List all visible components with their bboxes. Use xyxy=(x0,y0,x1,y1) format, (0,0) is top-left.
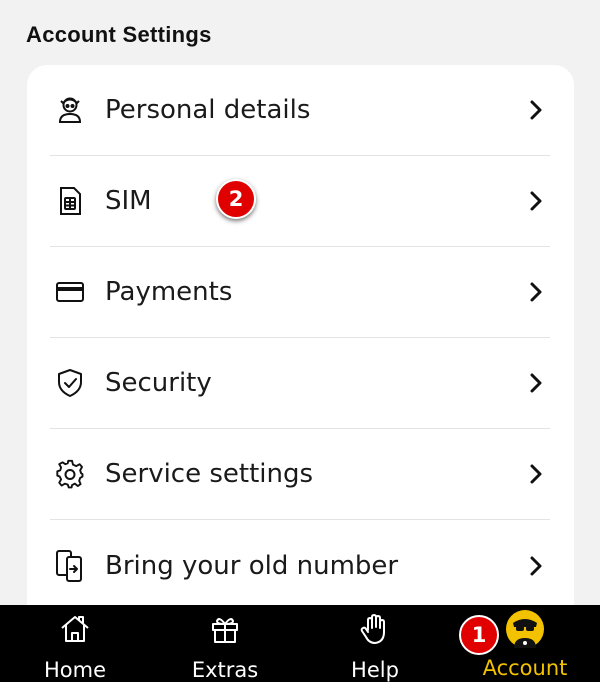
settings-item-bring-old-number[interactable]: Bring your old number xyxy=(50,520,550,611)
settings-item-label: Service settings xyxy=(105,459,314,489)
settings-item-label: SIM xyxy=(105,186,152,216)
tab-label: Help xyxy=(351,658,399,682)
annotation-badge-1: 1 xyxy=(459,615,499,655)
chevron-right-icon xyxy=(530,464,542,484)
account-settings-card: Personal details SIM Payments Security S… xyxy=(27,65,574,625)
person-icon xyxy=(52,92,88,128)
home-icon xyxy=(57,611,93,647)
tab-label: Home xyxy=(43,658,106,682)
tab-help[interactable]: Help xyxy=(300,605,450,682)
tab-label: Extras xyxy=(191,658,259,682)
chevron-right-icon xyxy=(530,556,542,575)
tab-extras[interactable]: Extras xyxy=(150,605,300,682)
tab-home[interactable]: Home xyxy=(0,605,150,682)
bottom-tab-bar: Home Extras Help Account xyxy=(0,605,600,682)
sim-card-icon xyxy=(52,183,88,219)
settings-item-label: Security xyxy=(105,368,212,398)
tab-label: Account xyxy=(482,656,568,680)
chevron-right-icon xyxy=(530,373,542,393)
credit-card-icon xyxy=(52,274,88,310)
shield-check-icon xyxy=(52,365,88,401)
settings-item-label: Bring your old number xyxy=(105,550,399,581)
avatar-icon xyxy=(505,609,545,649)
settings-item-security[interactable]: Security xyxy=(50,338,550,429)
chevron-right-icon xyxy=(530,191,542,211)
settings-item-label: Payments xyxy=(105,277,233,307)
settings-item-personal-details[interactable]: Personal details xyxy=(50,65,550,156)
settings-item-sim[interactable]: SIM xyxy=(50,156,550,247)
chevron-right-icon xyxy=(530,282,542,302)
settings-item-label: Personal details xyxy=(105,95,311,125)
phone-transfer-icon xyxy=(52,548,88,584)
annotation-badge-2: 2 xyxy=(216,179,256,219)
gift-icon xyxy=(207,611,243,647)
settings-item-payments[interactable]: Payments xyxy=(50,247,550,338)
settings-item-service-settings[interactable]: Service settings xyxy=(50,429,550,520)
hand-icon xyxy=(357,611,393,647)
gear-icon xyxy=(52,456,88,492)
chevron-right-icon xyxy=(530,100,542,120)
section-title: Account Settings xyxy=(26,22,212,47)
